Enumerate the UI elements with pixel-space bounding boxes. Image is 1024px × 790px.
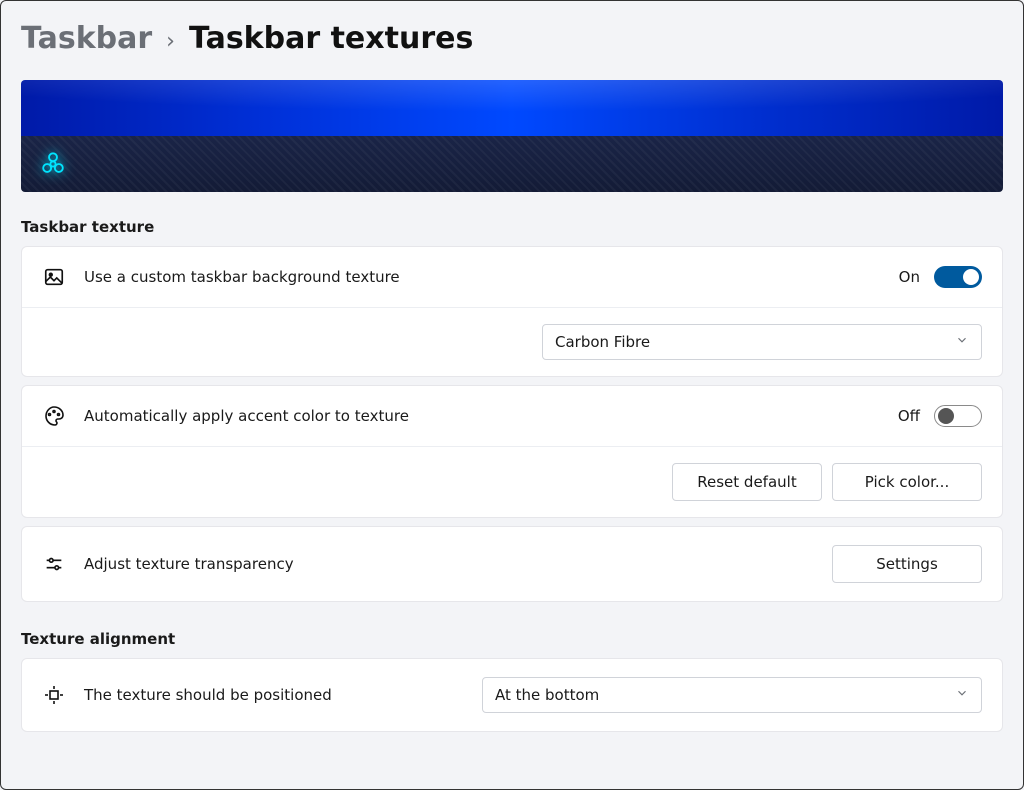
page-title: Taskbar textures xyxy=(189,21,473,56)
use-custom-texture-state: On xyxy=(899,268,920,286)
card-use-custom-texture: Use a custom taskbar background texture … xyxy=(21,246,1003,377)
accent-color-label: Automatically apply accent color to text… xyxy=(84,407,880,425)
sliders-icon xyxy=(42,552,66,576)
taskbar-preview-bottom xyxy=(21,136,1003,192)
use-custom-texture-toggle[interactable] xyxy=(934,266,982,288)
texture-select[interactable]: Carbon Fibre xyxy=(542,324,982,360)
texture-select-value: Carbon Fibre xyxy=(555,333,650,351)
breadcrumb-parent[interactable]: Taskbar xyxy=(21,21,152,56)
alignment-select[interactable]: At the bottom xyxy=(482,677,982,713)
align-icon xyxy=(42,683,66,707)
use-custom-texture-label: Use a custom taskbar background texture xyxy=(84,268,881,286)
image-icon xyxy=(42,265,66,289)
accent-color-toggle[interactable] xyxy=(934,405,982,427)
breadcrumb: Taskbar › Taskbar textures xyxy=(21,21,1003,56)
card-alignment: The texture should be positioned At the … xyxy=(21,658,1003,732)
card-transparency: Adjust texture transparency Settings xyxy=(21,526,1003,602)
transparency-label: Adjust texture transparency xyxy=(84,555,814,573)
palette-icon xyxy=(42,404,66,428)
alignment-select-value: At the bottom xyxy=(495,686,599,704)
chevron-down-icon xyxy=(955,333,969,351)
pick-color-button[interactable]: Pick color... xyxy=(832,463,982,501)
section-title-alignment: Texture alignment xyxy=(21,630,1003,648)
accent-color-state: Off xyxy=(898,407,920,425)
taskbar-preview-top xyxy=(21,80,1003,136)
chevron-right-icon: › xyxy=(166,29,175,54)
taskbar-preview xyxy=(21,80,1003,192)
alignment-label: The texture should be positioned xyxy=(84,686,464,704)
biohazard-icon xyxy=(39,150,67,178)
card-accent-color: Automatically apply accent color to text… xyxy=(21,385,1003,518)
reset-default-button[interactable]: Reset default xyxy=(672,463,822,501)
section-title-texture: Taskbar texture xyxy=(21,218,1003,236)
transparency-settings-button[interactable]: Settings xyxy=(832,545,982,583)
chevron-down-icon xyxy=(955,686,969,704)
